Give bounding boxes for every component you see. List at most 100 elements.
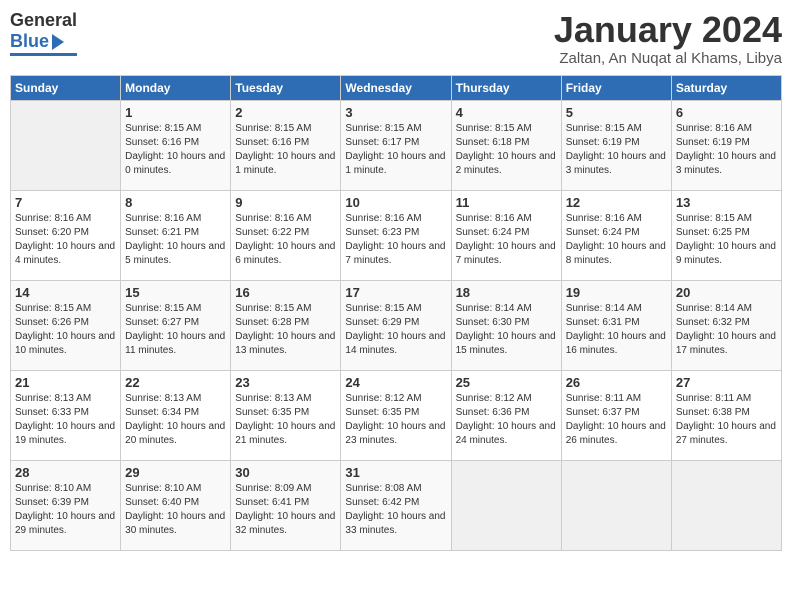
day-number: 13 bbox=[676, 195, 777, 210]
calendar-cell: 31Sunrise: 8:08 AM Sunset: 6:42 PM Dayli… bbox=[341, 460, 451, 550]
day-number: 29 bbox=[125, 465, 226, 480]
day-number: 4 bbox=[456, 105, 557, 120]
day-number: 7 bbox=[15, 195, 116, 210]
day-number: 27 bbox=[676, 375, 777, 390]
day-number: 20 bbox=[676, 285, 777, 300]
logo: General Blue bbox=[10, 10, 77, 56]
day-info: Sunrise: 8:08 AM Sunset: 6:42 PM Dayligh… bbox=[345, 482, 446, 538]
calendar-cell: 15 Sunrise: 8:15 AM Sunset: 6:27 PM Dayli… bbox=[121, 280, 231, 370]
day-number: 24 bbox=[345, 375, 446, 390]
calendar-cell: 10 Sunrise: 8:16 AM Sunset: 6:23 PM Dayli… bbox=[341, 190, 451, 280]
day-number: 14 bbox=[15, 285, 116, 300]
day-number: 26 bbox=[566, 375, 667, 390]
calendar-cell: 20Sunrise: 8:14 AM Sunset: 6:32 PM Dayli… bbox=[671, 280, 781, 370]
day-info: Sunrise: 8:11 AM Sunset: 6:38 PM Dayligh… bbox=[676, 392, 777, 448]
day-of-week-header: Thursday bbox=[451, 75, 561, 100]
day-number: 3 bbox=[345, 105, 446, 120]
calendar-week-row: 7 Sunrise: 8:16 AM Sunset: 6:20 PM Daylig… bbox=[11, 190, 782, 280]
calendar-cell: 12 Sunrise: 8:16 AM Sunset: 6:24 PM Dayli… bbox=[561, 190, 671, 280]
day-number: 6 bbox=[676, 105, 777, 120]
calendar-table: SundayMondayTuesdayWednesdayThursdayFrid… bbox=[10, 75, 782, 551]
day-info: Sunrise: 8:16 AM Sunset: 6:22 PM Dayligh… bbox=[235, 212, 336, 268]
day-info: Sunrise: 8:15 AM Sunset: 6:19 PM Dayligh… bbox=[566, 122, 667, 178]
day-number: 12 bbox=[566, 195, 667, 210]
day-info: Sunrise: 8:12 AM Sunset: 6:35 PM Dayligh… bbox=[345, 392, 446, 448]
calendar-cell: 16 Sunrise: 8:15 AM Sunset: 6:28 PM Dayli… bbox=[231, 280, 341, 370]
day-info: Sunrise: 8:15 AM Sunset: 6:16 PM Dayligh… bbox=[125, 122, 226, 178]
calendar-week-row: 28 Sunrise: 8:10 AM Sunset: 6:39 PM Dayli… bbox=[11, 460, 782, 550]
header-row: SundayMondayTuesdayWednesdayThursdayFrid… bbox=[11, 75, 782, 100]
calendar-cell: 5 Sunrise: 8:15 AM Sunset: 6:19 PM Daylig… bbox=[561, 100, 671, 190]
calendar-cell: 14 Sunrise: 8:15 AM Sunset: 6:26 PM Dayli… bbox=[11, 280, 121, 370]
day-of-week-header: Wednesday bbox=[341, 75, 451, 100]
calendar-cell: 7 Sunrise: 8:16 AM Sunset: 6:20 PM Daylig… bbox=[11, 190, 121, 280]
day-of-week-header: Saturday bbox=[671, 75, 781, 100]
calendar-cell: 4 Sunrise: 8:15 AM Sunset: 6:18 PM Daylig… bbox=[451, 100, 561, 190]
day-info: Sunrise: 8:16 AM Sunset: 6:23 PM Dayligh… bbox=[345, 212, 446, 268]
day-number: 21 bbox=[15, 375, 116, 390]
calendar-cell: 17 Sunrise: 8:15 AM Sunset: 6:29 PM Dayli… bbox=[341, 280, 451, 370]
day-number: 15 bbox=[125, 285, 226, 300]
calendar-cell: 9 Sunrise: 8:16 AM Sunset: 6:22 PM Daylig… bbox=[231, 190, 341, 280]
day-number: 1 bbox=[125, 105, 226, 120]
calendar-body: 1 Sunrise: 8:15 AM Sunset: 6:16 PM Daylig… bbox=[11, 100, 782, 550]
day-info: Sunrise: 8:15 AM Sunset: 6:28 PM Dayligh… bbox=[235, 302, 336, 358]
day-info: Sunrise: 8:16 AM Sunset: 6:24 PM Dayligh… bbox=[566, 212, 667, 268]
calendar-cell: 25Sunrise: 8:12 AM Sunset: 6:36 PM Dayli… bbox=[451, 370, 561, 460]
day-info: Sunrise: 8:13 AM Sunset: 6:34 PM Dayligh… bbox=[125, 392, 226, 448]
day-number: 23 bbox=[235, 375, 336, 390]
day-number: 16 bbox=[235, 285, 336, 300]
day-info: Sunrise: 8:14 AM Sunset: 6:30 PM Dayligh… bbox=[456, 302, 557, 358]
day-info: Sunrise: 8:15 AM Sunset: 6:25 PM Dayligh… bbox=[676, 212, 777, 268]
calendar-cell bbox=[671, 460, 781, 550]
day-number: 9 bbox=[235, 195, 336, 210]
calendar-cell: 19Sunrise: 8:14 AM Sunset: 6:31 PM Dayli… bbox=[561, 280, 671, 370]
day-number: 28 bbox=[15, 465, 116, 480]
logo-triangle-icon bbox=[52, 34, 64, 50]
day-number: 5 bbox=[566, 105, 667, 120]
day-info: Sunrise: 8:15 AM Sunset: 6:18 PM Dayligh… bbox=[456, 122, 557, 178]
day-info: Sunrise: 8:11 AM Sunset: 6:37 PM Dayligh… bbox=[566, 392, 667, 448]
calendar-cell bbox=[11, 100, 121, 190]
calendar-cell: 28 Sunrise: 8:10 AM Sunset: 6:39 PM Dayli… bbox=[11, 460, 121, 550]
day-info: Sunrise: 8:12 AM Sunset: 6:36 PM Dayligh… bbox=[456, 392, 557, 448]
calendar-cell bbox=[451, 460, 561, 550]
calendar-cell: 29 Sunrise: 8:10 AM Sunset: 6:40 PM Dayli… bbox=[121, 460, 231, 550]
day-info: Sunrise: 8:10 AM Sunset: 6:40 PM Dayligh… bbox=[125, 482, 226, 538]
day-number: 17 bbox=[345, 285, 446, 300]
day-number: 11 bbox=[456, 195, 557, 210]
calendar-cell: 26 Sunrise: 8:11 AM Sunset: 6:37 PM Dayli… bbox=[561, 370, 671, 460]
calendar-cell: 27 Sunrise: 8:11 AM Sunset: 6:38 PM Dayli… bbox=[671, 370, 781, 460]
day-of-week-header: Tuesday bbox=[231, 75, 341, 100]
day-info: Sunrise: 8:16 AM Sunset: 6:20 PM Dayligh… bbox=[15, 212, 116, 268]
calendar-cell: 1 Sunrise: 8:15 AM Sunset: 6:16 PM Daylig… bbox=[121, 100, 231, 190]
day-info: Sunrise: 8:10 AM Sunset: 6:39 PM Dayligh… bbox=[15, 482, 116, 538]
day-info: Sunrise: 8:16 AM Sunset: 6:24 PM Dayligh… bbox=[456, 212, 557, 268]
title-block: January 2024 Zaltan, An Nuqat al Khams, … bbox=[554, 10, 782, 67]
day-info: Sunrise: 8:15 AM Sunset: 6:29 PM Dayligh… bbox=[345, 302, 446, 358]
day-number: 22 bbox=[125, 375, 226, 390]
logo-blue: Blue bbox=[10, 31, 49, 52]
day-info: Sunrise: 8:13 AM Sunset: 6:33 PM Dayligh… bbox=[15, 392, 116, 448]
month-title: January 2024 bbox=[554, 10, 782, 50]
day-number: 10 bbox=[345, 195, 446, 210]
day-of-week-header: Sunday bbox=[11, 75, 121, 100]
day-info: Sunrise: 8:09 AM Sunset: 6:41 PM Dayligh… bbox=[235, 482, 336, 538]
calendar-cell: 11 Sunrise: 8:16 AM Sunset: 6:24 PM Dayli… bbox=[451, 190, 561, 280]
logo-underline bbox=[10, 53, 77, 56]
calendar-cell: 22 Sunrise: 8:13 AM Sunset: 6:34 PM Dayli… bbox=[121, 370, 231, 460]
page-header: General Blue January 2024 Zaltan, An Nuq… bbox=[10, 10, 782, 67]
logo-general: General bbox=[10, 10, 77, 31]
location: Zaltan, An Nuqat al Khams, Libya bbox=[554, 50, 782, 67]
day-of-week-header: Monday bbox=[121, 75, 231, 100]
calendar-cell: 18 Sunrise: 8:14 AM Sunset: 6:30 PM Dayli… bbox=[451, 280, 561, 370]
calendar-week-row: 1 Sunrise: 8:15 AM Sunset: 6:16 PM Daylig… bbox=[11, 100, 782, 190]
day-number: 8 bbox=[125, 195, 226, 210]
day-info: Sunrise: 8:15 AM Sunset: 6:26 PM Dayligh… bbox=[15, 302, 116, 358]
day-info: Sunrise: 8:16 AM Sunset: 6:21 PM Dayligh… bbox=[125, 212, 226, 268]
calendar-cell: 21 Sunrise: 8:13 AM Sunset: 6:33 PM Dayli… bbox=[11, 370, 121, 460]
calendar-cell: 23Sunrise: 8:13 AM Sunset: 6:35 PM Dayli… bbox=[231, 370, 341, 460]
day-number: 18 bbox=[456, 285, 557, 300]
day-info: Sunrise: 8:15 AM Sunset: 6:27 PM Dayligh… bbox=[125, 302, 226, 358]
calendar-cell: 6Sunrise: 8:16 AM Sunset: 6:19 PM Daylig… bbox=[671, 100, 781, 190]
